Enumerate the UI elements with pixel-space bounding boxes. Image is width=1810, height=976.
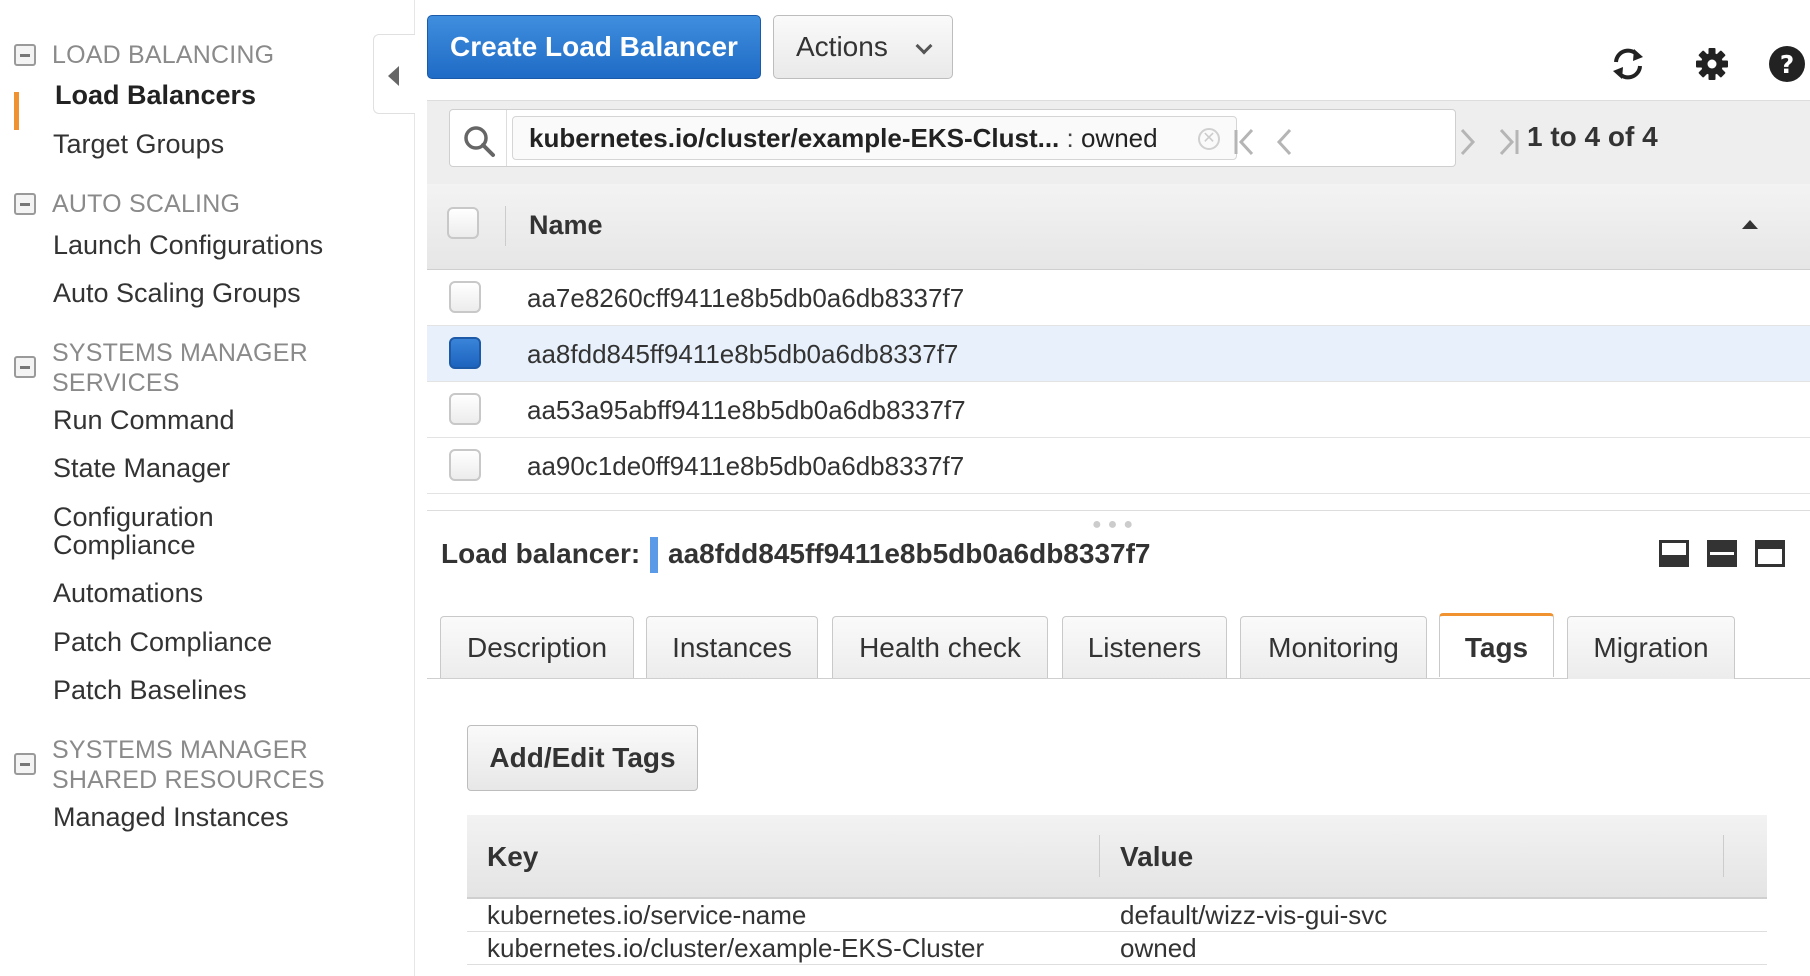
collapse-section-load-balancing-button[interactable] xyxy=(14,44,36,66)
create-load-balancer-button[interactable]: Create Load Balancer xyxy=(427,15,761,79)
sidebar-item-load-balancers[interactable]: Load Balancers xyxy=(55,79,256,111)
section-auto-scaling: AUTO SCALING xyxy=(14,189,240,219)
last-page-icon[interactable] xyxy=(1495,127,1521,157)
load-balancer-name: aa53a95abff9411e8b5db0a6db8337f7 xyxy=(527,395,966,425)
collapse-section-auto-scaling-button[interactable] xyxy=(14,193,36,215)
table-row[interactable]: aa53a95abff9411e8b5db0a6db8337f7 xyxy=(427,382,1810,438)
layout-bottom-panel-icon[interactable] xyxy=(1659,540,1689,567)
column-header-name[interactable]: Name xyxy=(529,210,603,241)
sidebar-item-managed-instances[interactable]: Managed Instances xyxy=(53,801,289,833)
sidebar-item-auto-scaling-groups[interactable]: Auto Scaling Groups xyxy=(53,277,301,309)
tag-value: default/wizz-vis-gui-svc xyxy=(1120,900,1388,930)
sidebar-item-target-groups[interactable]: Target Groups xyxy=(53,128,224,160)
section-systems-manager-shared-resources: SYSTEMS MANAGER SHARED RESOURCES xyxy=(14,735,325,795)
table-row[interactable]: aa90c1de0ff9411e8b5db0a6db8337f7 xyxy=(427,438,1810,494)
load-balancer-name: aa90c1de0ff9411e8b5db0a6db8337f7 xyxy=(527,451,965,481)
actions-dropdown-button[interactable]: Actions xyxy=(773,15,953,79)
section-title: AUTO SCALING xyxy=(52,190,241,218)
section-title-line: SHARED RESOURCES xyxy=(52,766,325,794)
refresh-icon[interactable] xyxy=(1608,44,1648,84)
svg-text:?: ? xyxy=(1780,50,1795,79)
divider xyxy=(506,110,507,166)
filter-token-value: owned xyxy=(1080,123,1158,153)
actions-label: Actions xyxy=(796,31,888,62)
section-title-line: SYSTEMS MANAGER xyxy=(52,339,308,367)
sidebar-item-configuration-compliance[interactable]: Configuration Compliance xyxy=(53,501,214,561)
collapse-section-ssm-services-button[interactable] xyxy=(14,356,36,378)
sidebar-item-label: Compliance xyxy=(53,530,196,560)
remove-filter-icon[interactable]: ✕ xyxy=(1198,128,1220,150)
layout-split-panel-icon[interactable] xyxy=(1707,540,1737,567)
column-header-value: Value xyxy=(1120,841,1194,872)
sidebar-item-launch-configurations[interactable]: Launch Configurations xyxy=(53,229,323,261)
load-balancer-name: aa7e8260cff9411e8b5db0a6db8337f7 xyxy=(527,283,965,313)
select-all-checkbox[interactable] xyxy=(447,207,479,239)
section-title: LOAD BALANCING xyxy=(52,41,275,69)
detail-load-balancer-name: aa8fdd845ff9411e8b5db0a6db8337f7 xyxy=(668,538,1151,569)
previous-page-icon[interactable] xyxy=(1275,127,1295,157)
tab-listeners[interactable]: Listeners xyxy=(1062,616,1227,679)
collapse-section-ssm-shared-button[interactable] xyxy=(14,753,36,775)
panel-resize-handle[interactable]: ●●● xyxy=(427,510,1810,533)
sidebar: LOAD BALANCING Load Balancers Target Gro… xyxy=(0,0,415,976)
column-divider xyxy=(1099,835,1100,877)
layout-top-panel-icon[interactable] xyxy=(1755,540,1785,567)
sidebar-item-state-manager[interactable]: State Manager xyxy=(53,452,230,484)
search-input[interactable]: kubernetes.io/cluster/example-EKS-Clust.… xyxy=(449,109,1456,167)
section-title-line: SYSTEMS MANAGER xyxy=(52,736,308,764)
sort-ascending-icon[interactable] xyxy=(1742,220,1758,229)
detail-label: Load balancer: xyxy=(441,538,641,569)
filter-bar: kubernetes.io/cluster/example-EKS-Clust.… xyxy=(427,100,1810,184)
load-balancer-name: aa8fdd845ff9411e8b5db0a6db8337f7 xyxy=(527,339,959,369)
section-systems-manager-services: SYSTEMS MANAGER SERVICES xyxy=(14,338,308,398)
add-edit-tags-button[interactable]: Add/Edit Tags xyxy=(467,725,698,791)
caret-left-icon xyxy=(388,66,399,86)
row-checkbox-checked[interactable] xyxy=(449,337,481,369)
tag-value: owned xyxy=(1120,933,1197,963)
section-title-line: SERVICES xyxy=(52,369,180,397)
collapse-sidebar-button[interactable] xyxy=(373,34,415,114)
search-icon xyxy=(464,126,495,157)
filter-token[interactable]: kubernetes.io/cluster/example-EKS-Clust.… xyxy=(512,116,1237,160)
table-row[interactable]: aa7e8260cff9411e8b5db0a6db8337f7 xyxy=(427,270,1810,326)
help-icon[interactable]: ? xyxy=(1767,44,1807,84)
sidebar-item-patch-baselines[interactable]: Patch Baselines xyxy=(53,674,247,706)
active-indicator xyxy=(14,92,19,130)
gear-icon[interactable] xyxy=(1692,44,1732,84)
first-page-icon[interactable] xyxy=(1232,127,1258,157)
tags-table-header: Key Value xyxy=(467,815,1767,899)
column-divider xyxy=(505,206,506,246)
pagination-text: 1 to 4 of 4 xyxy=(1527,121,1658,152)
table-header: Name xyxy=(427,184,1810,270)
filter-token-key: kubernetes.io/cluster/example-EKS-Clust.… xyxy=(529,123,1060,153)
column-divider xyxy=(1723,835,1724,877)
drag-handle-icon: ●●● xyxy=(1092,516,1139,533)
tag-row: kubernetes.io/cluster/example-EKS-Cluste… xyxy=(467,932,1767,965)
section-title: SYSTEMS MANAGER SERVICES xyxy=(52,338,308,398)
next-page-icon[interactable] xyxy=(1457,127,1477,157)
selection-marker xyxy=(650,537,658,573)
tag-key: kubernetes.io/service-name xyxy=(487,900,807,930)
tab-migration[interactable]: Migration xyxy=(1567,616,1735,679)
tag-key: kubernetes.io/cluster/example-EKS-Cluste… xyxy=(487,933,985,963)
chevron-down-icon xyxy=(915,37,933,55)
sidebar-item-run-command[interactable]: Run Command xyxy=(53,404,235,436)
column-header-key: Key xyxy=(487,841,539,872)
tab-tags[interactable]: Tags xyxy=(1439,613,1554,677)
tab-instances[interactable]: Instances xyxy=(646,616,818,679)
tag-row: kubernetes.io/service-name default/wizz-… xyxy=(467,899,1767,932)
tab-health-check[interactable]: Health check xyxy=(832,616,1048,679)
section-title: SYSTEMS MANAGER SHARED RESOURCES xyxy=(52,735,325,795)
row-checkbox[interactable] xyxy=(449,393,481,425)
sidebar-item-patch-compliance[interactable]: Patch Compliance xyxy=(53,626,272,658)
tab-description[interactable]: Description xyxy=(440,616,634,679)
section-load-balancing: LOAD BALANCING xyxy=(14,40,274,70)
sidebar-item-automations[interactable]: Automations xyxy=(53,577,203,609)
row-checkbox[interactable] xyxy=(449,281,481,313)
tab-monitoring[interactable]: Monitoring xyxy=(1240,616,1427,679)
filter-token-sep: : xyxy=(1059,123,1081,153)
row-checkbox[interactable] xyxy=(449,449,481,481)
table-row-selected[interactable]: aa8fdd845ff9411e8b5db0a6db8337f7 xyxy=(427,326,1810,382)
